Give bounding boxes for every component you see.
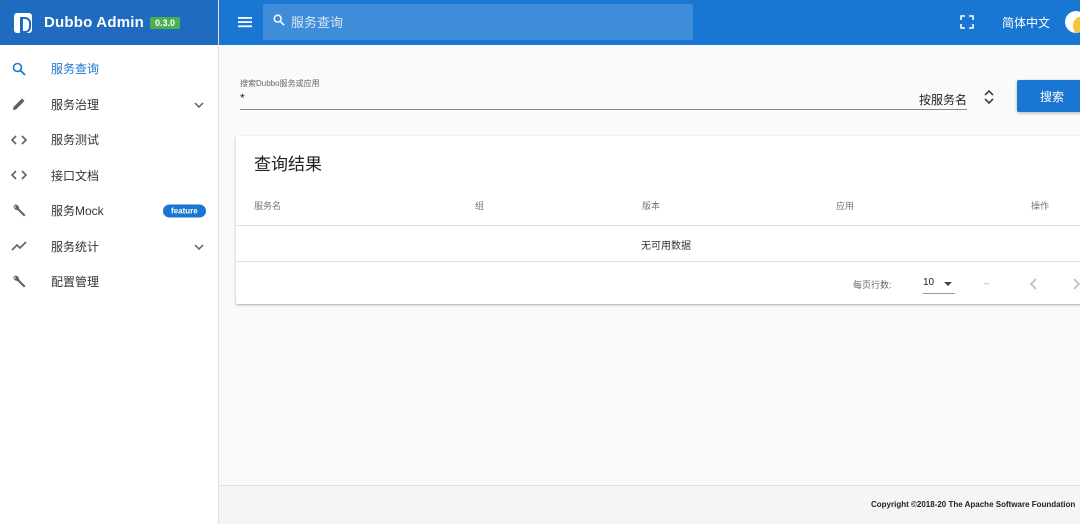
brand-bar: Dubbo Admin 0.3.0 [0, 0, 218, 45]
trending-icon [10, 237, 28, 255]
page-range: – [984, 278, 990, 288]
main-content: 搜索Dubbo服务或应用 * 按服务名 搜索 查询结果 服务名 组 版本 应用 … [219, 45, 1080, 485]
column-header-group[interactable]: 组 [475, 199, 484, 212]
global-search [263, 4, 693, 40]
fullscreen-icon[interactable] [960, 15, 974, 29]
chevron-down-icon[interactable] [194, 95, 204, 113]
header-divider [236, 225, 1080, 226]
code-icon [10, 131, 28, 149]
results-card: 查询结果 服务名 组 版本 应用 操作 无可用数据 每页行数: 10 – [236, 136, 1080, 304]
avatar[interactable] [1065, 11, 1080, 33]
copyright-text: Copyright ©2018-20 The Apache Software F… [871, 500, 1076, 509]
sidebar-item-config-management[interactable]: 配置管理 [0, 264, 218, 300]
rows-per-page-label: 每页行数: [853, 280, 892, 290]
pencil-icon [10, 95, 28, 113]
feature-badge: feature [163, 204, 206, 218]
sidebar-item-service-mock[interactable]: 服务Mock feature [0, 193, 218, 229]
sidebar-item-label: 配置管理 [51, 275, 100, 290]
sidebar-item-api-docs[interactable]: 接口文档 [0, 158, 218, 194]
search-icon [10, 60, 28, 78]
sidebar-item-label: 服务统计 [51, 239, 100, 254]
column-header-service-name[interactable]: 服务名 [254, 199, 281, 212]
chevron-down-icon[interactable] [194, 237, 204, 255]
sidebar-item-service-search[interactable]: 服务查询 [0, 51, 218, 87]
brand-title: Dubbo Admin [44, 14, 144, 31]
rows-per-page-select[interactable]: 10 [923, 274, 955, 294]
service-search-field[interactable]: 搜索Dubbo服务或应用 * 按服务名 [240, 78, 967, 110]
sidebar-item-label: 接口文档 [51, 168, 100, 183]
search-button[interactable]: 搜索 [1017, 80, 1080, 112]
wrench-icon [10, 202, 28, 220]
sidebar-item-service-governance[interactable]: 服务治理 [0, 87, 218, 123]
chevron-left-icon[interactable] [1029, 277, 1039, 290]
footer: Copyright ©2018-20 The Apache Software F… [219, 485, 1080, 524]
dubbo-logo-icon [14, 12, 32, 33]
sidebar-item-service-test[interactable]: 服务测试 [0, 122, 218, 158]
sidebar: Dubbo Admin 0.3.0 服务查询 服务治理 服务测试 接口文档 服务… [0, 0, 219, 524]
code-icon [10, 166, 28, 184]
rows-per-page-value: 10 [923, 277, 935, 288]
column-header-application[interactable]: 应用 [836, 199, 854, 212]
sidebar-nav: 服务查询 服务治理 服务测试 接口文档 服务Mock feature 服务统计 … [0, 45, 218, 300]
column-header-actions: 操作 [1031, 201, 1050, 211]
sidebar-item-label: 服务查询 [51, 62, 100, 77]
version-badge: 0.3.0 [149, 16, 180, 29]
search-field-value[interactable]: * [240, 91, 245, 105]
sidebar-item-service-stats[interactable]: 服务统计 [0, 229, 218, 265]
empty-state-text: 无可用数据 [641, 241, 691, 252]
top-app-bar: 简体中文 [219, 0, 1080, 45]
row-divider [236, 261, 1080, 262]
menu-icon[interactable] [237, 14, 253, 30]
column-header-version[interactable]: 版本 [642, 199, 660, 212]
chevron-right-icon[interactable] [1071, 277, 1080, 290]
search-field-label: 搜索Dubbo服务或应用 [240, 79, 320, 88]
sidebar-item-label: 服务测试 [51, 133, 100, 148]
search-type-select[interactable]: 按服务名 [919, 91, 967, 108]
global-search-input[interactable] [291, 14, 671, 30]
caret-down-icon [944, 282, 952, 286]
language-selector[interactable]: 简体中文 [1002, 14, 1050, 31]
wrench-icon [10, 273, 28, 291]
sidebar-item-label: 服务Mock [51, 204, 104, 219]
search-icon [273, 13, 285, 31]
sidebar-item-label: 服务治理 [51, 97, 100, 112]
unfold-icon[interactable] [983, 89, 995, 105]
results-title: 查询结果 [254, 155, 322, 174]
